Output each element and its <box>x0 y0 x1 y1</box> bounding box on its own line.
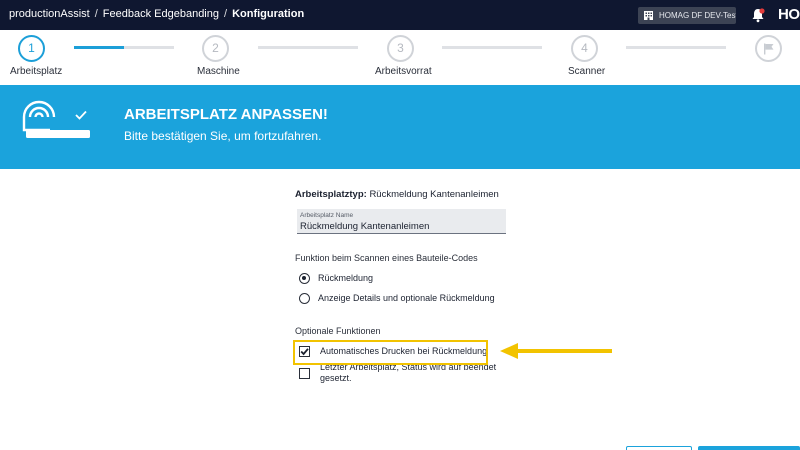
step-2-line <box>258 46 358 49</box>
radio-button[interactable] <box>299 293 310 304</box>
workplace-type-label: Arbeitsplatztyp: <box>295 189 367 200</box>
back-button[interactable] <box>626 446 692 450</box>
breadcrumb-parent[interactable]: Feedback Edgebanding <box>103 8 219 20</box>
annotation-arrow-icon <box>500 343 612 359</box>
step-2-circle[interactable]: 2 <box>202 35 229 62</box>
tenant-selector[interactable]: HOMAG DF DEV-Testing <box>638 7 736 24</box>
checkbox-last-workplace[interactable]: Letzter Arbeitsplatz, Status wird auf be… <box>299 362 514 391</box>
workplace-type: Arbeitsplatztyp: Rückmeldung Kantenanlei… <box>295 189 499 200</box>
radio-option-label: Anzeige Details und optionale Rückmeldun… <box>318 293 495 303</box>
workplace-name-label: Arbeitsplatz Name <box>300 212 354 219</box>
top-bar: productionAssist / Feedback Edgebanding / Ko… <box>0 0 800 30</box>
brand-logo: HO <box>778 6 800 23</box>
step-4-label: Scanner <box>568 66 606 77</box>
breadcrumb: productionAssist / Feedback Edgebanding / Ko… <box>9 8 304 20</box>
annotation-highlight-box <box>293 340 488 365</box>
confirm-button[interactable] <box>698 446 800 450</box>
breadcrumb-separator: / <box>224 8 228 20</box>
stepper: 1 Arbeitsplatz 2 Maschine 3 Arbeitsvorra… <box>0 30 800 85</box>
workplace-type-value: Rückmeldung Kantenanleimen <box>369 189 499 200</box>
radio-option-label: Rückmeldung <box>318 273 374 283</box>
step-3-circle[interactable]: 3 <box>387 35 414 62</box>
hero-banner: ARBEITSPLATZ ANPASSEN! Bitte bestätigen … <box>0 85 800 169</box>
radio-button-checked[interactable] <box>299 273 310 284</box>
step-1-circle[interactable]: 1 <box>18 35 45 62</box>
step-1-label: Arbeitsplatz <box>10 66 63 77</box>
workplace-name-field[interactable]: Arbeitsplatz Name <box>297 209 506 234</box>
optional-functions-title: Optionale Funktionen <box>295 326 381 336</box>
step-1-progress-line <box>74 46 174 49</box>
finish-step-circle[interactable] <box>755 35 782 62</box>
breadcrumb-app[interactable]: productionAssist <box>9 8 90 20</box>
checkbox[interactable] <box>299 368 310 379</box>
step-4-circle[interactable]: 4 <box>571 35 598 62</box>
tenant-label: HOMAG DF DEV-Testing <box>659 11 736 20</box>
hero-title: ARBEITSPLATZ ANPASSEN! <box>124 106 328 123</box>
step-3-label: Arbeitsvorrat <box>375 66 432 77</box>
bell-icon[interactable] <box>751 7 765 23</box>
step-3-line <box>442 46 542 49</box>
breadcrumb-separator: / <box>94 8 98 20</box>
step-2-label: Maschine <box>197 66 240 77</box>
edgebanding-illustration-icon <box>22 100 90 138</box>
building-icon <box>644 11 653 20</box>
workplace-name-input[interactable] <box>300 221 500 232</box>
checkbox-label: Letzter Arbeitsplatz, Status wird auf be… <box>320 362 497 383</box>
scan-function-title: Funktion beim Scannen eines Bauteile-Cod… <box>295 253 478 263</box>
step-4-line <box>626 46 726 49</box>
breadcrumb-current: Konfiguration <box>232 8 305 20</box>
flag-icon <box>763 43 773 54</box>
step-1-progress-fill <box>74 46 124 49</box>
hero-subtitle: Bitte bestätigen Sie, um fortzufahren. <box>124 129 322 143</box>
